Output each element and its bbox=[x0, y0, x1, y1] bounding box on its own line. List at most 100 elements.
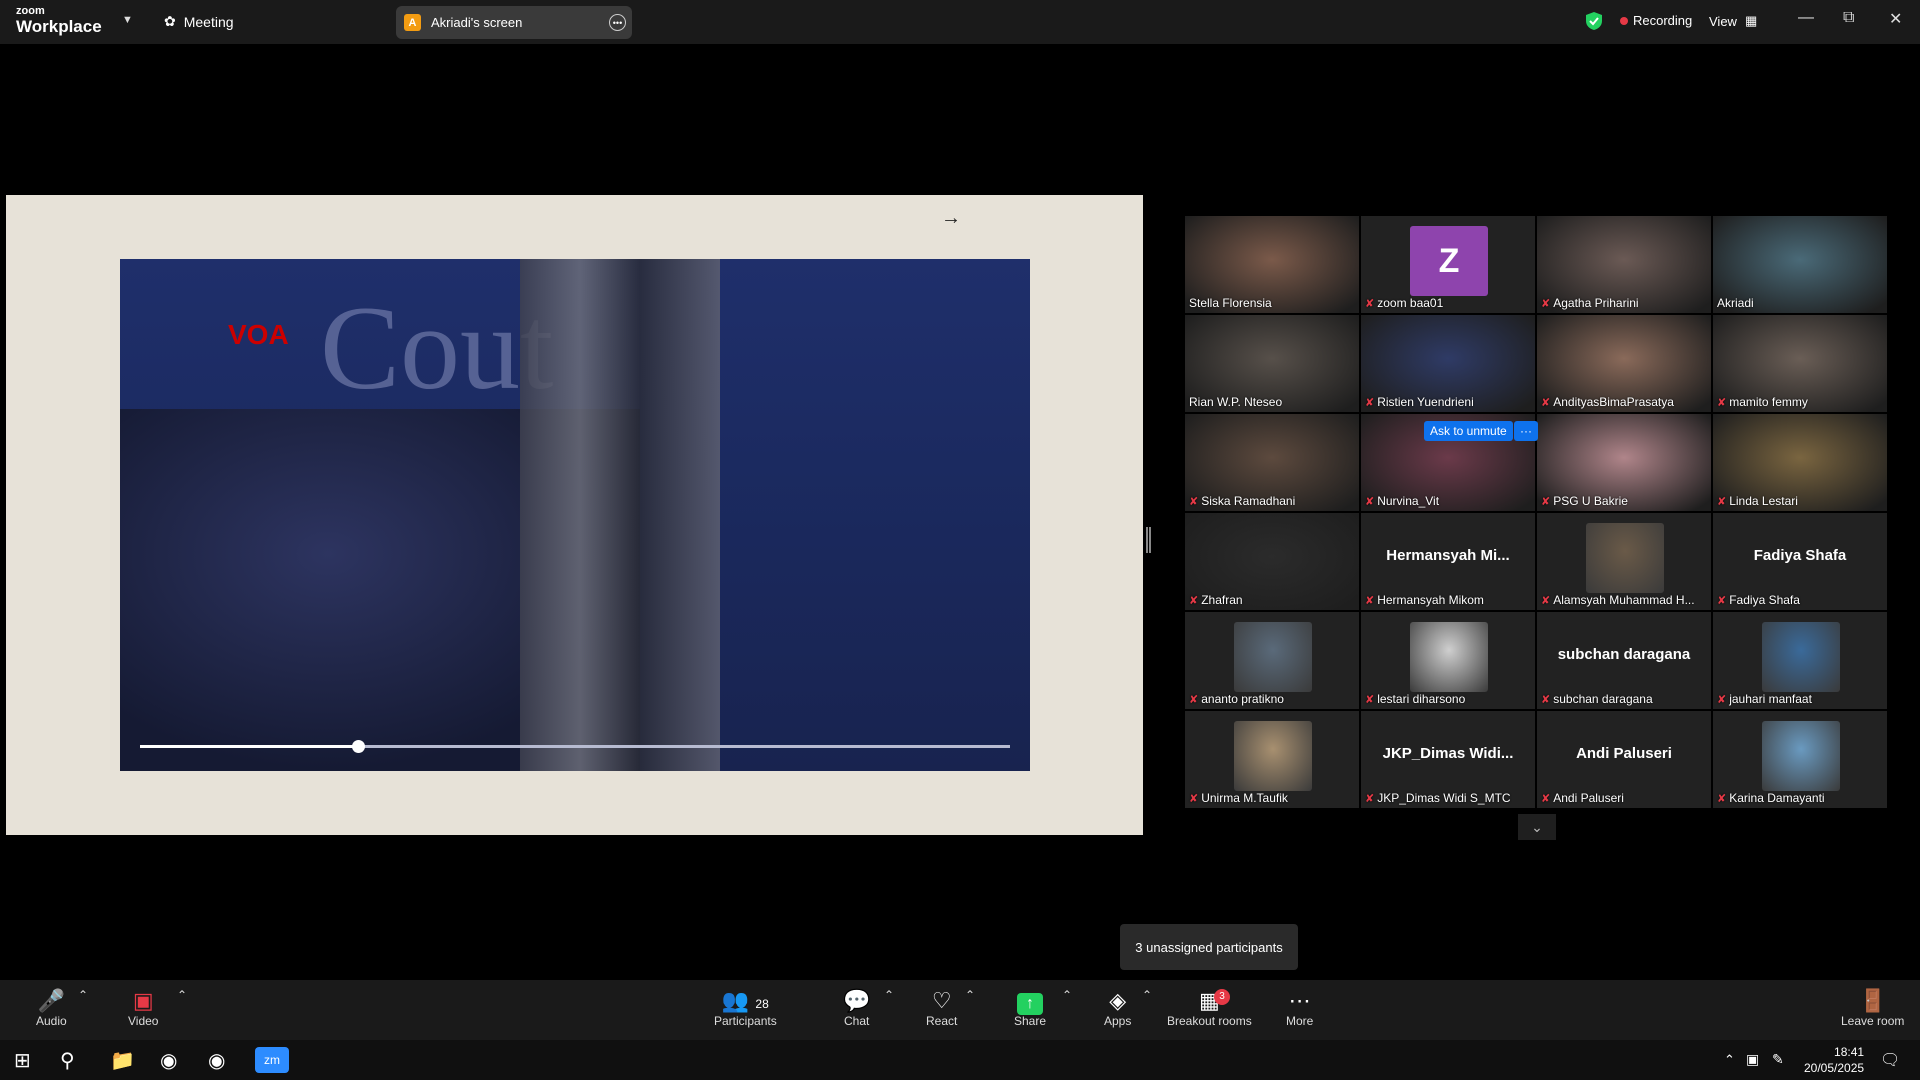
progress-knob[interactable] bbox=[351, 740, 365, 753]
participant-tile[interactable]: Rian W.P. Nteseo bbox=[1185, 315, 1359, 412]
participant-tile[interactable]: ✘ Alamsyah Muhammad H... bbox=[1537, 513, 1711, 610]
participant-tile[interactable]: ✘ ananto pratikno bbox=[1185, 612, 1359, 709]
participant-tile[interactable]: Fadiya Shafa ✘ Fadiya Shafa bbox=[1713, 513, 1887, 610]
participant-tile[interactable]: Andi Paluseri ✘ Andi Paluseri bbox=[1537, 711, 1711, 808]
participant-tile[interactable]: ✘ Linda Lestari bbox=[1713, 414, 1887, 511]
participant-tile[interactable]: Stella Florensia bbox=[1185, 216, 1359, 313]
progress-fill bbox=[140, 745, 358, 748]
chat-button[interactable]: 💬 Chat bbox=[843, 988, 870, 1028]
network-icon[interactable]: ▣ bbox=[1746, 1051, 1759, 1068]
participant-tile[interactable]: ✘ Unirma M.Taufik bbox=[1185, 711, 1359, 808]
breakout-rooms-button[interactable]: ▦ Breakout rooms bbox=[1167, 988, 1252, 1028]
participant-tile[interactable]: Akriadi bbox=[1713, 216, 1887, 313]
more-options-icon[interactable]: ••• bbox=[609, 14, 626, 31]
participant-tile[interactable]: ✘ Ristien Yuendrieni bbox=[1361, 315, 1535, 412]
ask-to-unmute-button[interactable]: Ask to unmute bbox=[1424, 421, 1513, 441]
share-icon: ↑ bbox=[1017, 993, 1044, 1015]
leave-room-button[interactable]: 🚪 Leave room bbox=[1841, 988, 1904, 1028]
zoom-taskbar-icon[interactable]: zm bbox=[255, 1047, 289, 1073]
apps-options-caret-icon[interactable]: ⌃ bbox=[1142, 988, 1152, 1002]
react-options-caret-icon[interactable]: ⌃ bbox=[965, 988, 975, 1002]
participant-tile[interactable]: ✘ Zhafran bbox=[1185, 513, 1359, 610]
recording-indicator[interactable]: Recording bbox=[1620, 13, 1692, 28]
participant-name: Siska Ramadhani bbox=[1201, 494, 1296, 508]
participant-tile[interactable]: Z ✘ zoom baa01 bbox=[1361, 216, 1535, 313]
participant-tile[interactable]: ✘ Agatha Priharini bbox=[1537, 216, 1711, 313]
mic-muted-icon: 🎤 bbox=[37, 988, 66, 1013]
react-button[interactable]: ♡ React bbox=[926, 988, 957, 1028]
notifications-icon[interactable]: 🗨 bbox=[1880, 1050, 1900, 1070]
file-explorer-icon[interactable]: 📁 bbox=[110, 1048, 135, 1073]
viewing-screen-pill[interactable]: A Akriadi's screen ••• bbox=[396, 6, 632, 39]
meeting-label: Meeting bbox=[183, 13, 234, 30]
view-label: View bbox=[1709, 13, 1737, 29]
participant-tile[interactable]: ✘ mamito femmy bbox=[1713, 315, 1887, 412]
participant-name-tag: Akriadi bbox=[1717, 296, 1754, 310]
participant-name-tag: ✘ Zhafran bbox=[1189, 593, 1243, 607]
tile-more-button[interactable]: ··· bbox=[1514, 421, 1538, 441]
audio-options-caret-icon[interactable]: ⌃ bbox=[78, 988, 88, 1002]
windows-start-icon[interactable]: ⊞ bbox=[14, 1048, 31, 1073]
participants-button[interactable]: 👥 28 Participants bbox=[714, 988, 777, 1028]
mic-muted-icon: ✘ bbox=[1189, 693, 1199, 706]
mic-muted-icon: ✘ bbox=[1717, 792, 1727, 805]
participant-avatar bbox=[1410, 622, 1488, 692]
audio-button[interactable]: 🎤 Audio bbox=[36, 988, 67, 1028]
chrome-icon[interactable]: ◉ bbox=[160, 1048, 177, 1073]
chrome-profile-icon[interactable]: ◉ bbox=[208, 1048, 225, 1073]
video-progress-bar[interactable] bbox=[140, 740, 1010, 753]
participant-name-tag: ✘ JKP_Dimas Widi S_MTC bbox=[1365, 791, 1511, 805]
pen-icon[interactable]: ✎ bbox=[1772, 1051, 1784, 1068]
search-icon[interactable]: ⚲ bbox=[60, 1048, 75, 1073]
more-button[interactable]: ⋯ More bbox=[1286, 988, 1313, 1028]
more-icon: ⋯ bbox=[1288, 988, 1311, 1013]
mic-muted-icon: ✘ bbox=[1717, 594, 1727, 607]
chat-options-caret-icon[interactable]: ⌃ bbox=[884, 988, 894, 1002]
clock-date: 20/05/2025 bbox=[1804, 1061, 1865, 1075]
participant-name-tag: Rian W.P. Nteseo bbox=[1189, 395, 1282, 409]
zoom-logo[interactable]: zoom Workplace bbox=[16, 5, 102, 36]
brand-top: zoom bbox=[16, 5, 45, 17]
participant-tile[interactable]: ✘ AndityasBimaPrasatya bbox=[1537, 315, 1711, 412]
meeting-info-button[interactable]: ✿ Meeting bbox=[164, 13, 234, 30]
mic-muted-icon: ✘ bbox=[1189, 792, 1199, 805]
participant-name-tag: ✘ AndityasBimaPrasatya bbox=[1541, 395, 1674, 409]
share-options-caret-icon[interactable]: ⌃ bbox=[1062, 988, 1072, 1002]
leave-room-label: Leave room bbox=[1841, 1014, 1905, 1028]
restore-icon[interactable]: ⧉ bbox=[1843, 9, 1854, 27]
participants-label: Participants bbox=[714, 1014, 777, 1028]
shared-video[interactable]: Cout VOA bbox=[120, 259, 1030, 771]
grid-icon: ▦ bbox=[1744, 13, 1758, 28]
split-resize-handle[interactable] bbox=[1146, 527, 1151, 553]
participant-name: Agatha Priharini bbox=[1553, 296, 1639, 310]
gallery-next-page-icon[interactable]: ⌄ bbox=[1518, 814, 1556, 840]
shield-icon[interactable] bbox=[1585, 11, 1603, 31]
participant-name: subchan daragana bbox=[1553, 692, 1653, 706]
participant-letter-avatar: Z bbox=[1410, 226, 1488, 296]
participant-tile[interactable]: ✘ jauhari manfaat bbox=[1713, 612, 1887, 709]
participant-tile[interactable]: ✘ lestari diharsono bbox=[1361, 612, 1535, 709]
share-button[interactable]: ↑ Share bbox=[1014, 988, 1046, 1028]
minimize-icon[interactable]: — bbox=[1798, 9, 1814, 27]
participant-name-tag: ✘ Nurvina_Vit bbox=[1365, 494, 1439, 508]
participant-tile[interactable]: ✘ PSG U Bakrie bbox=[1537, 414, 1711, 511]
apps-icon: ◈ bbox=[1109, 988, 1127, 1013]
participant-tile[interactable]: JKP_Dimas Widi... ✘ JKP_Dimas Widi S_MTC bbox=[1361, 711, 1535, 808]
participant-tile[interactable]: Hermansyah Mi... ✘ Hermansyah Mikom bbox=[1361, 513, 1535, 610]
meeting-icon: ✿ bbox=[164, 13, 176, 29]
participant-name: mamito femmy bbox=[1729, 395, 1808, 409]
share-label: Share bbox=[1014, 1014, 1047, 1028]
apps-button[interactable]: ◈ Apps bbox=[1104, 988, 1131, 1028]
participant-avatar bbox=[1234, 622, 1312, 692]
participant-tile[interactable]: ✘ Karina Damayanti bbox=[1713, 711, 1887, 808]
video-options-caret-icon[interactable]: ⌃ bbox=[177, 988, 187, 1002]
view-button[interactable]: View ▦ bbox=[1709, 13, 1757, 29]
arrow-right-icon[interactable]: → bbox=[941, 207, 961, 230]
tray-chevron-icon[interactable]: ⌃ bbox=[1724, 1052, 1735, 1068]
close-icon[interactable]: ✕ bbox=[1889, 9, 1902, 29]
participant-tile[interactable]: subchan daragana ✘ subchan daragana bbox=[1537, 612, 1711, 709]
chevron-down-icon[interactable]: ▼ bbox=[122, 14, 133, 26]
taskbar-clock[interactable]: 18:41 20/05/2025 bbox=[1804, 1044, 1864, 1076]
participant-tile[interactable]: ✘ Siska Ramadhani bbox=[1185, 414, 1359, 511]
video-button[interactable]: ▣ Video bbox=[128, 988, 158, 1028]
